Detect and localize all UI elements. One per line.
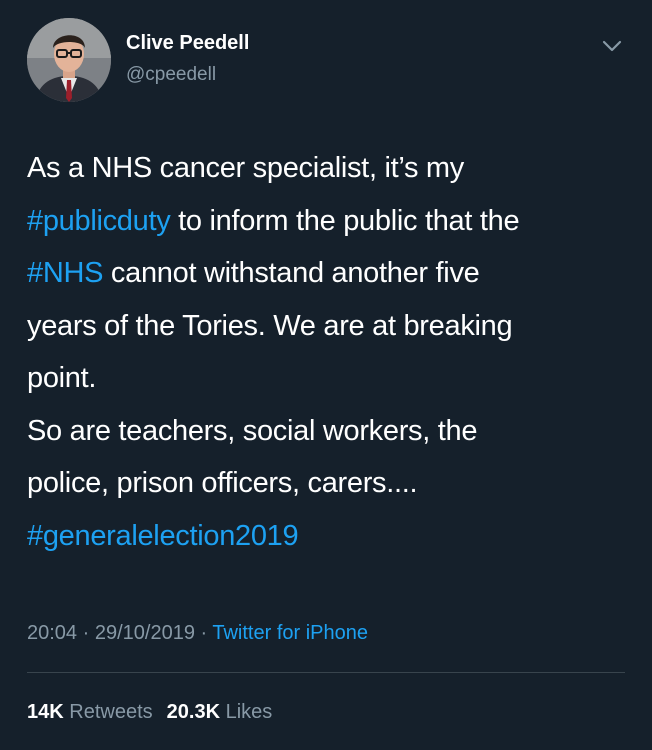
chevron-down-icon[interactable] [598, 34, 626, 58]
tweet-line: #publicduty to inform the public that th… [27, 195, 637, 248]
tweet-line: As a NHS cancer specialist, it’s my [27, 152, 464, 184]
display-name[interactable]: Clive Peedell [126, 32, 249, 55]
hashtag-link[interactable]: #generalelection2019 [27, 520, 299, 552]
tweet-line: point. [27, 362, 97, 394]
tweet-stats: 14K Retweets 20.3K Likes [27, 701, 286, 724]
tweet-meta: 20:04 · 29/10/2019 · Twitter for iPhone [27, 622, 368, 645]
tweet-line: years of the Tories. We are at breaking [27, 309, 513, 342]
avatar[interactable] [27, 18, 111, 102]
tweet-line-text: to inform the public that the [170, 204, 520, 237]
likes-label: Likes [220, 701, 273, 723]
user-handle[interactable]: @cpeedell [126, 64, 216, 86]
tweet-line: #generalelection2019 [27, 510, 637, 563]
tweet-line-text: cannot withstand another five [103, 257, 480, 289]
likes-stat[interactable]: 20.3K Likes [167, 701, 273, 723]
divider [27, 672, 625, 673]
tweet-line: So are teachers, social workers, the [27, 414, 478, 447]
tweet-line: #NHS cannot withstand another five [27, 247, 637, 300]
avatar-image [27, 18, 111, 102]
tweet-text: As a NHS cancer specialist, it’s my #pub… [27, 142, 637, 562]
tweet-line: police, prison officers, carers.... [27, 467, 418, 499]
likes-count: 20.3K [166, 701, 221, 723]
meta-separator: · [194, 622, 213, 644]
tweet-date[interactable]: 29/10/2019 [95, 622, 195, 644]
hashtag-link[interactable]: #NHS [27, 257, 103, 289]
retweets-count: 14K [27, 701, 64, 723]
retweets-label: Retweets [63, 701, 153, 723]
retweets-stat[interactable]: 14K Retweets [27, 701, 153, 723]
tweet-card: Clive Peedell @cpeedell As a NHS cancer … [0, 0, 652, 750]
meta-separator: · [77, 622, 95, 644]
tweet-source-link[interactable]: Twitter for iPhone [212, 622, 368, 644]
hashtag-link[interactable]: #publicduty [27, 205, 171, 237]
tweet-time[interactable]: 20:04 [27, 622, 77, 644]
